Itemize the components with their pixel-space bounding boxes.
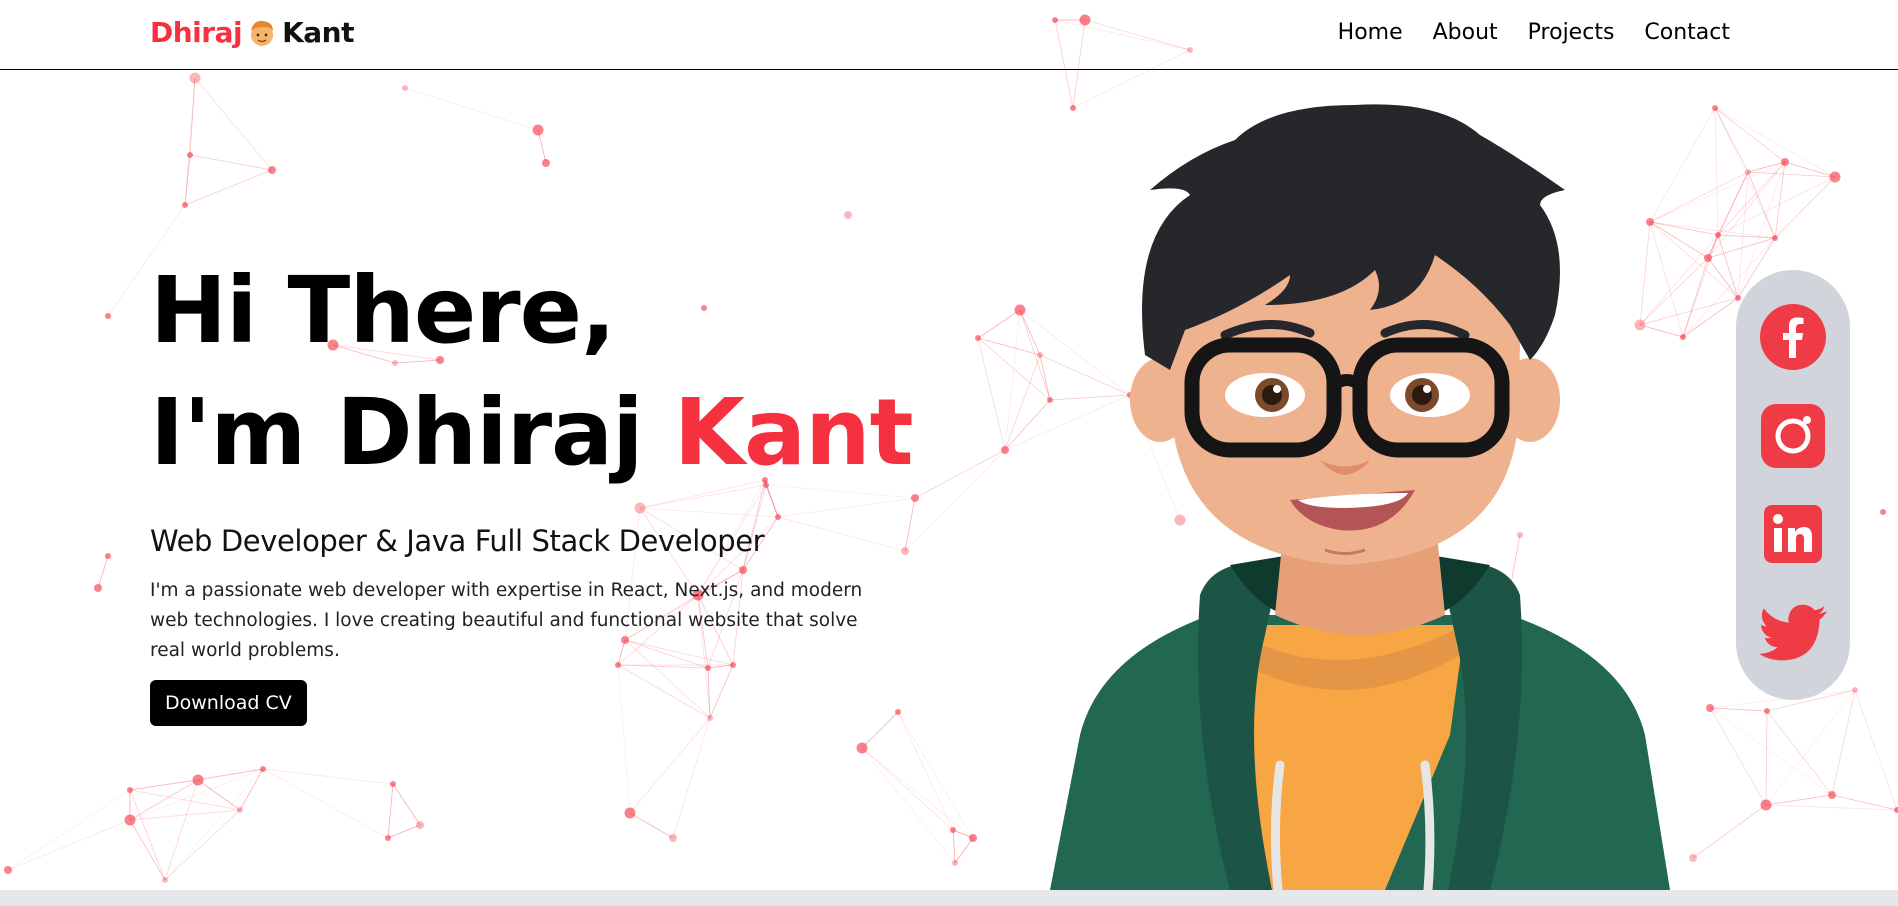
particle-node — [669, 834, 677, 842]
particle-node — [1704, 254, 1712, 262]
hero-description: I'm a passionate web developer with expe… — [150, 580, 863, 661]
particle-node — [844, 211, 852, 219]
particle-node — [1764, 708, 1770, 714]
particle-node — [1880, 509, 1886, 515]
particle-node — [124, 814, 136, 826]
nav-link-contact[interactable]: Contact — [1644, 20, 1730, 45]
particle-node — [1781, 158, 1789, 166]
hero-section: Hi There, I'm Dhiraj Kant Web Developer … — [150, 250, 914, 726]
twitter-link[interactable] — [1758, 598, 1828, 668]
avatar-illustration — [1050, 104, 1670, 890]
particle-node — [182, 202, 188, 208]
particle-node — [94, 584, 102, 592]
particle-node — [1829, 171, 1841, 183]
particle-node — [127, 787, 133, 793]
particle-node — [911, 494, 919, 502]
particle-node — [1001, 446, 1009, 454]
particle-node — [189, 72, 201, 84]
particle-node — [969, 834, 977, 842]
instagram-link[interactable] — [1758, 401, 1828, 471]
particle-node — [1712, 105, 1718, 111]
particle-node — [1772, 235, 1778, 241]
facebook-link[interactable] — [1758, 302, 1828, 372]
particle-node — [105, 553, 111, 559]
particle-node — [1735, 295, 1741, 301]
particle-node — [952, 860, 958, 866]
boy-face-icon — [251, 20, 274, 46]
particle-node — [192, 774, 204, 786]
logo-last-name: Kant — [282, 16, 354, 49]
particle-node — [1745, 169, 1751, 175]
particle-node — [402, 85, 408, 91]
particle-node — [1689, 854, 1697, 862]
particle-node — [1828, 791, 1836, 799]
facebook-icon — [1760, 304, 1826, 371]
hero-greeting: Hi There, — [150, 257, 616, 364]
instagram-icon — [1761, 403, 1825, 468]
nav-links: Home About Projects Contact — [1338, 20, 1730, 45]
hero-heading: Hi There, I'm Dhiraj Kant — [150, 250, 914, 494]
particle-node — [1706, 704, 1714, 712]
footer-strip — [0, 890, 1898, 906]
particle-node — [975, 335, 981, 341]
hero-subtitle: Web Developer & Java Full Stack Develope… — [150, 524, 765, 558]
linkedin-icon — [1764, 505, 1822, 564]
download-cv-button[interactable]: Download CV — [150, 680, 307, 726]
social-links-bar — [1736, 270, 1850, 700]
particle-node — [1894, 807, 1898, 813]
particle-node — [1852, 687, 1858, 693]
particle-node — [1715, 232, 1721, 238]
particle-node — [950, 827, 956, 833]
particle-node — [260, 766, 266, 772]
particle-node — [390, 781, 396, 787]
hero-intro-accent: Kant — [673, 379, 914, 486]
particle-node — [1760, 799, 1772, 811]
nav-link-about[interactable]: About — [1433, 20, 1498, 45]
particle-node — [4, 866, 12, 874]
particle-node — [162, 877, 168, 883]
particle-node — [856, 742, 868, 754]
linkedin-link[interactable] — [1758, 499, 1828, 569]
logo-first-name: Dhiraj — [150, 16, 243, 49]
twitter-icon — [1758, 604, 1828, 661]
nav-link-home[interactable]: Home — [1338, 20, 1403, 45]
hero-intro-prefix: I'm Dhiraj — [150, 379, 644, 486]
particle-node — [624, 807, 636, 819]
top-navbar: Dhiraj Kant Home About Projects Contact — [0, 0, 1898, 70]
particle-node — [237, 807, 243, 813]
particle-node — [187, 152, 193, 158]
particle-node — [385, 835, 391, 841]
particle-node — [542, 159, 550, 167]
nav-link-projects[interactable]: Projects — [1528, 20, 1615, 45]
particle-node — [532, 124, 544, 136]
particle-node — [416, 821, 424, 829]
particle-node — [268, 166, 276, 174]
particle-node — [1680, 334, 1686, 340]
particle-node — [1014, 304, 1026, 316]
particle-node — [105, 313, 111, 319]
site-logo[interactable]: Dhiraj Kant — [150, 16, 354, 49]
